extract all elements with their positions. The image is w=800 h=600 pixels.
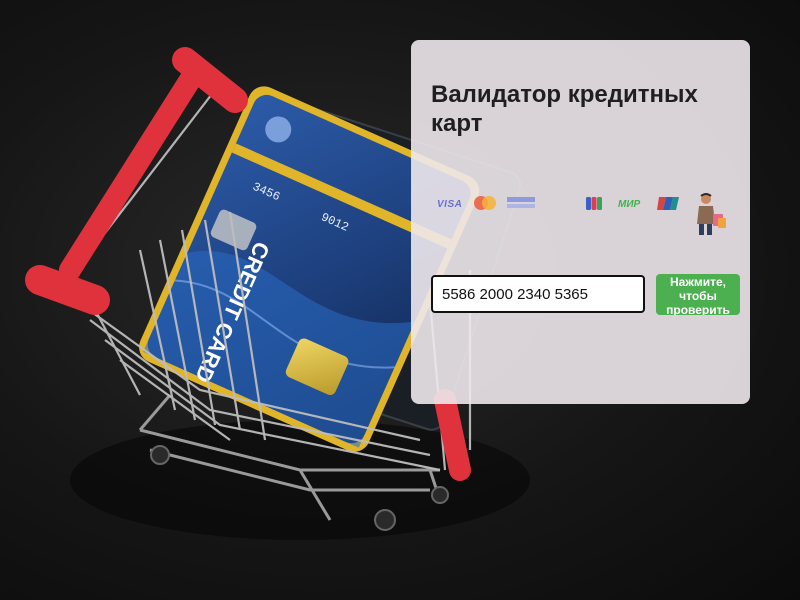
amex-logo-icon xyxy=(507,197,535,208)
shopper-illustration-icon xyxy=(697,193,726,235)
validator-panel: Валидатор кредитных карт VISA МИР Нажмит… xyxy=(411,40,750,404)
mir-label: МИР xyxy=(618,199,641,210)
unionpay-logo-icon xyxy=(657,197,679,210)
jcb-logo-icon xyxy=(586,197,602,210)
check-card-button[interactable]: Нажмите, чтобы проверить xyxy=(656,274,740,315)
visa-label: VISA xyxy=(437,199,463,210)
mastercard-logo-icon xyxy=(474,196,496,210)
page-title: Валидатор кредитных карт xyxy=(431,81,698,137)
card-number-input[interactable] xyxy=(431,275,645,313)
